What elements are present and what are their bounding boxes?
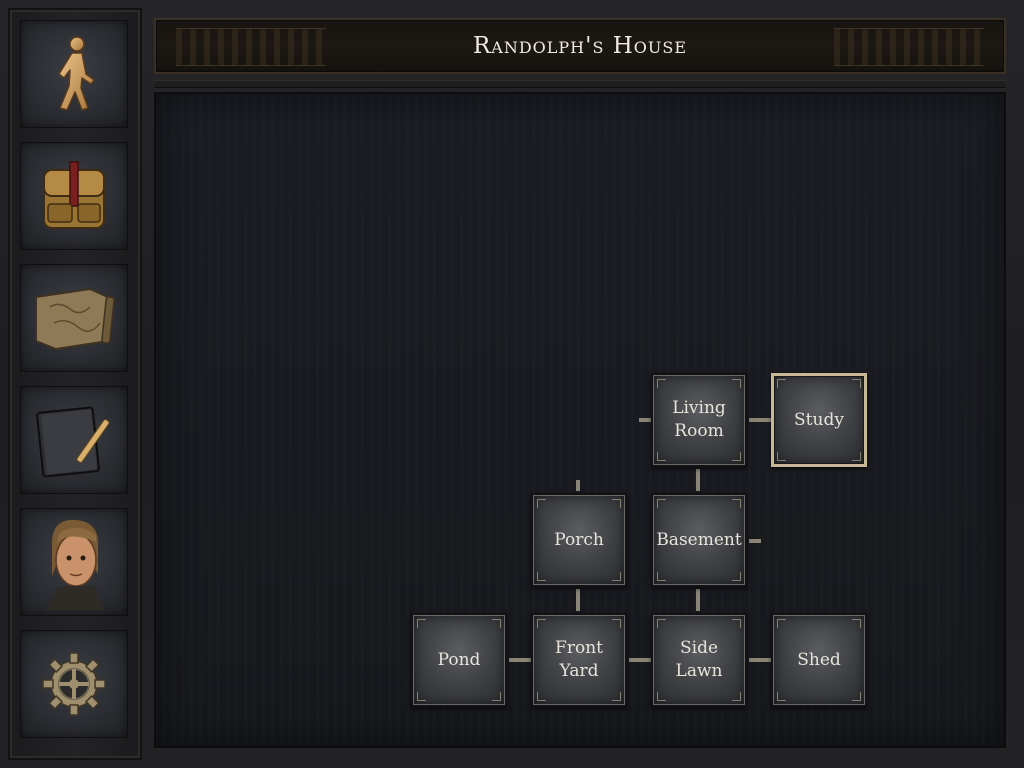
room-study[interactable]: Study (771, 373, 867, 467)
room-label: Front Yard (555, 638, 603, 681)
room-basement[interactable]: Basement (651, 493, 747, 587)
connector (696, 469, 700, 491)
connector (696, 589, 700, 611)
journal-pencil-icon (36, 406, 110, 478)
journal-button[interactable] (20, 386, 128, 494)
sidebar (8, 8, 142, 760)
backpack-icon (43, 161, 105, 229)
room-shed[interactable]: Shed (771, 613, 867, 707)
character-button[interactable] (20, 508, 128, 616)
room-pond[interactable]: Pond (411, 613, 507, 707)
room-label: Study (794, 409, 844, 430)
connector (749, 418, 771, 422)
settings-button[interactable] (20, 630, 128, 738)
connector (576, 480, 580, 491)
character-portrait-icon (46, 519, 104, 610)
connector (629, 658, 651, 662)
room-label: Living Room (672, 398, 726, 441)
header-divider (154, 80, 1006, 88)
room-label: Side Lawn (675, 638, 723, 681)
room-front-yard[interactable]: Front Yard (531, 613, 627, 707)
map-button[interactable] (20, 264, 128, 372)
room-living-room[interactable]: Living Room (651, 373, 747, 467)
room-label: Pond (437, 649, 481, 670)
connector (509, 658, 531, 662)
connector (749, 658, 771, 662)
walking-figure-icon (58, 36, 95, 111)
room-label: Porch (554, 529, 604, 550)
location-title: Randolph's House (472, 33, 688, 59)
connector (576, 589, 580, 611)
room-porch[interactable]: Porch (531, 493, 627, 587)
inventory-button[interactable] (20, 142, 128, 250)
connector (749, 539, 761, 543)
room-label: Basement (656, 529, 742, 550)
map-scroll-icon (35, 288, 115, 350)
room-side-lawn[interactable]: Side Lawn (651, 613, 747, 707)
move-button[interactable] (20, 20, 128, 128)
connector (639, 418, 651, 422)
room-label: Shed (797, 649, 841, 670)
gear-icon (42, 652, 106, 716)
location-header: Randolph's House (154, 18, 1006, 74)
